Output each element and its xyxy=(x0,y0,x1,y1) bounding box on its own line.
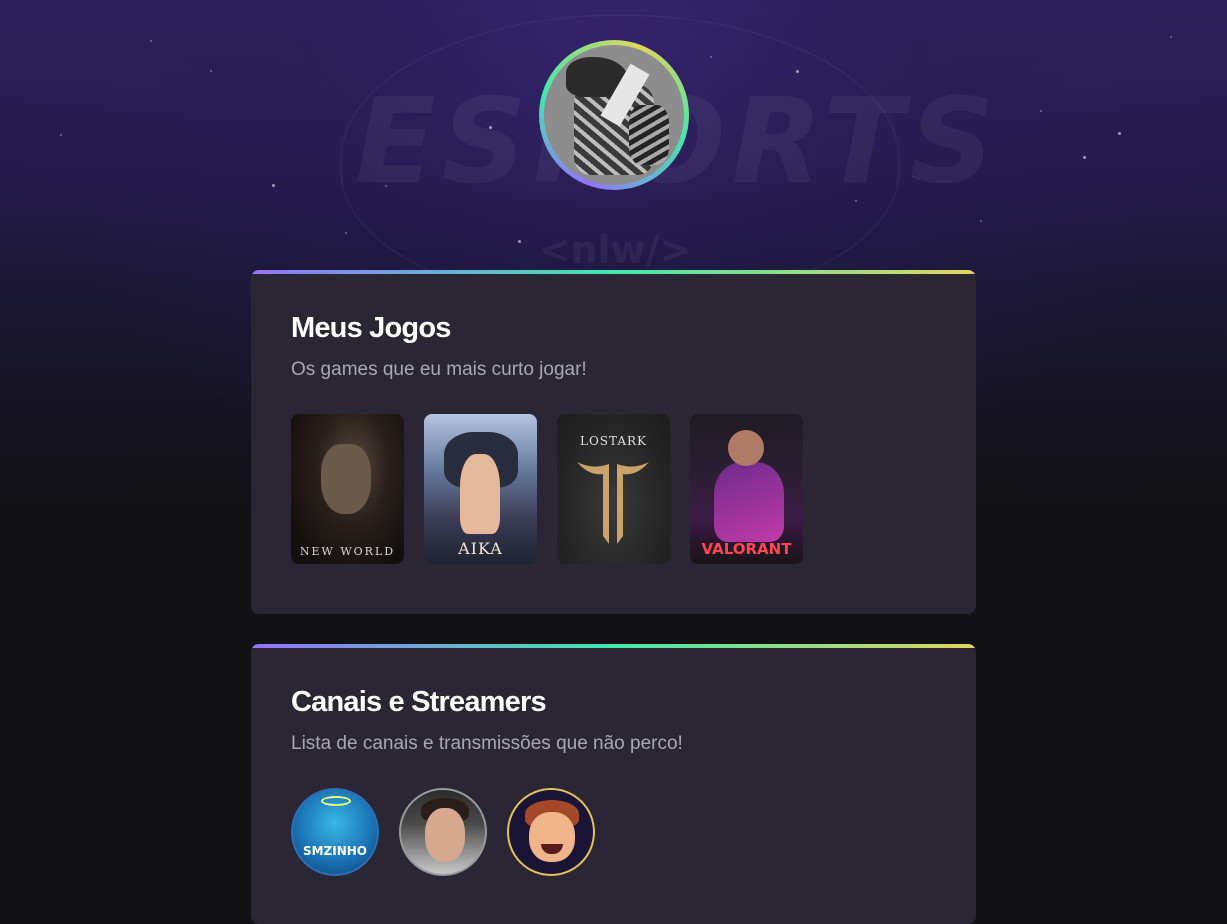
streamer-label: SMZINHO xyxy=(302,844,368,858)
star xyxy=(1040,110,1042,112)
game-aika[interactable]: AIKA xyxy=(424,414,537,564)
knight-mask-icon xyxy=(321,444,371,514)
streamers-card: Canais e Streamers Lista de canais e tra… xyxy=(251,644,976,924)
game-lost-ark[interactable]: LOSTARK xyxy=(557,414,670,564)
star xyxy=(60,134,62,136)
game-label: NEW WORLD xyxy=(299,545,396,558)
star xyxy=(210,70,212,72)
star xyxy=(1118,132,1121,135)
games-title: Meus Jogos xyxy=(291,312,451,344)
heroine-figure-icon xyxy=(460,454,500,534)
lost-ark-emblem-icon xyxy=(577,462,649,544)
games-subtitle: Os games que eu mais curto jogar! xyxy=(291,359,587,380)
streamers-list: SMZINHO xyxy=(291,788,936,876)
streamer-cartoon[interactable] xyxy=(507,788,595,876)
game-valorant[interactable]: VALORANT xyxy=(690,414,803,564)
game-label: LOSTARK xyxy=(579,434,648,448)
sketch-portrait-icon xyxy=(544,45,684,185)
cartoon-face-icon xyxy=(529,812,575,862)
star xyxy=(385,185,387,187)
game-new-world[interactable]: NEW WORLD xyxy=(291,414,404,564)
star xyxy=(150,40,152,42)
agent-head-icon xyxy=(728,430,764,466)
games-list: NEW WORLD AIKA LOSTARK VALORANT xyxy=(291,414,936,564)
star xyxy=(796,70,799,73)
face-photo-icon xyxy=(425,808,465,862)
streamers-subtitle: Lista de canais e transmissões que não p… xyxy=(291,733,683,754)
streamer-photo[interactable] xyxy=(399,788,487,876)
star xyxy=(518,240,521,243)
star xyxy=(1083,156,1086,159)
halo-icon xyxy=(321,796,351,806)
star xyxy=(710,56,712,58)
watermark-nlw: <nlw/> xyxy=(538,228,692,272)
streamer-smzinho[interactable]: SMZINHO xyxy=(291,788,379,876)
streamers-title: Canais e Streamers xyxy=(291,686,547,718)
star xyxy=(980,220,982,222)
star xyxy=(272,184,275,187)
games-card: Meus Jogos Os games que eu mais curto jo… xyxy=(251,270,976,614)
star xyxy=(489,126,492,129)
game-label: VALORANT xyxy=(701,540,792,558)
star xyxy=(1170,36,1172,38)
profile-avatar[interactable] xyxy=(539,40,689,190)
agent-body-icon xyxy=(714,462,784,542)
star xyxy=(345,232,347,234)
star xyxy=(855,200,857,202)
game-label: AIKA xyxy=(458,539,503,558)
